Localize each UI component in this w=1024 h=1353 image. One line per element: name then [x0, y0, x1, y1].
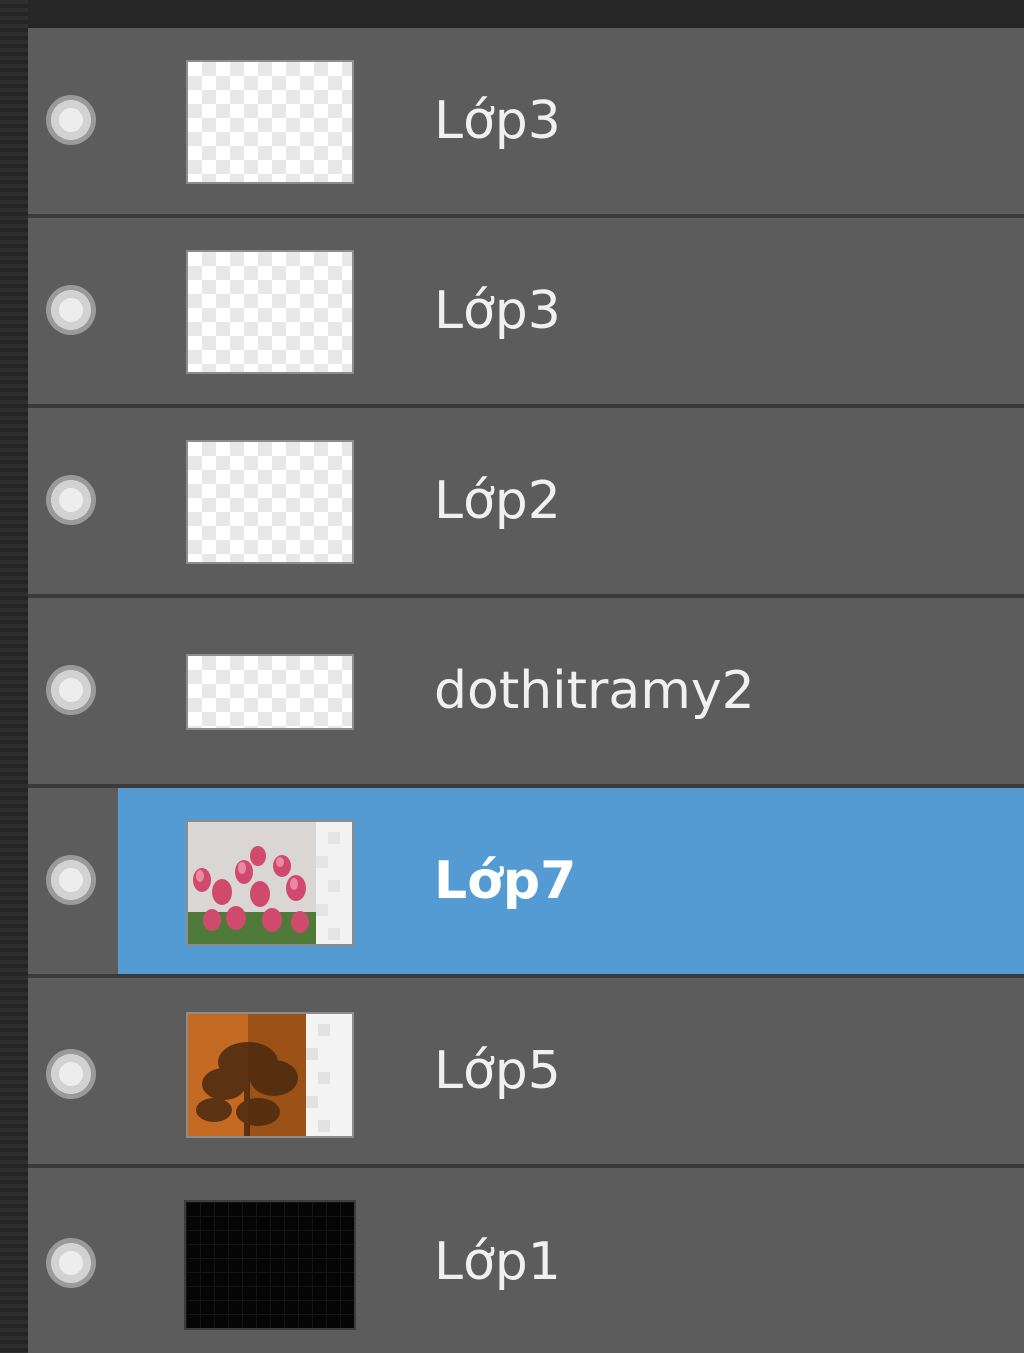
layer-row[interactable]: Lớp3: [28, 28, 1024, 214]
visibility-dot-icon[interactable]: [46, 1049, 96, 1099]
layer-row[interactable]: Lớp3: [28, 218, 1024, 404]
layer-row[interactable]: Lớp5: [28, 978, 1024, 1164]
visibility-dot-icon[interactable]: [46, 665, 96, 715]
visibility-dot-icon[interactable]: [46, 285, 96, 335]
layer-name: dothitramy2: [434, 661, 755, 721]
tulip-thumbnail-image: [188, 822, 352, 944]
layer-row-selected[interactable]: Lớp7: [28, 788, 1024, 974]
layer-thumbnail: [186, 654, 354, 730]
layer-thumbnail: [186, 60, 354, 184]
visibility-dot-icon[interactable]: [46, 1238, 96, 1288]
visibility-dot-icon[interactable]: [46, 475, 96, 525]
layer-row[interactable]: dothitramy2: [28, 598, 1024, 784]
layer-thumbnail: [186, 440, 354, 564]
panel-top-border: [0, 0, 1024, 28]
panel-left-scroll-strip[interactable]: [0, 0, 28, 1353]
layer-list: Lớp3 Lớp3 Lớp2 dothitramy2 Lớp7 Lớp5 Lớp…: [28, 28, 1024, 1353]
layer-name: Lớp3: [434, 91, 561, 151]
visibility-dot-icon[interactable]: [46, 855, 96, 905]
layer-thumbnail: [186, 1012, 354, 1138]
layer-row[interactable]: Lớp1: [28, 1168, 1024, 1353]
layer-thumbnail: [186, 820, 354, 946]
layer-thumbnail: [184, 1200, 356, 1330]
layers-panel: Lớp3 Lớp3 Lớp2 dothitramy2 Lớp7 Lớp5 Lớp…: [0, 0, 1024, 1353]
layer-row[interactable]: Lớp2: [28, 408, 1024, 594]
layer-name: Lớp5: [434, 1041, 561, 1101]
layer-thumbnail: [186, 250, 354, 374]
orange-tree-thumbnail-image: [188, 1014, 352, 1136]
layer-name: Lớp1: [434, 1232, 561, 1292]
visibility-dot-icon[interactable]: [46, 95, 96, 145]
layer-name: Lớp7: [434, 851, 577, 911]
layer-name: Lớp3: [434, 281, 561, 341]
layer-name: Lớp2: [434, 471, 561, 531]
